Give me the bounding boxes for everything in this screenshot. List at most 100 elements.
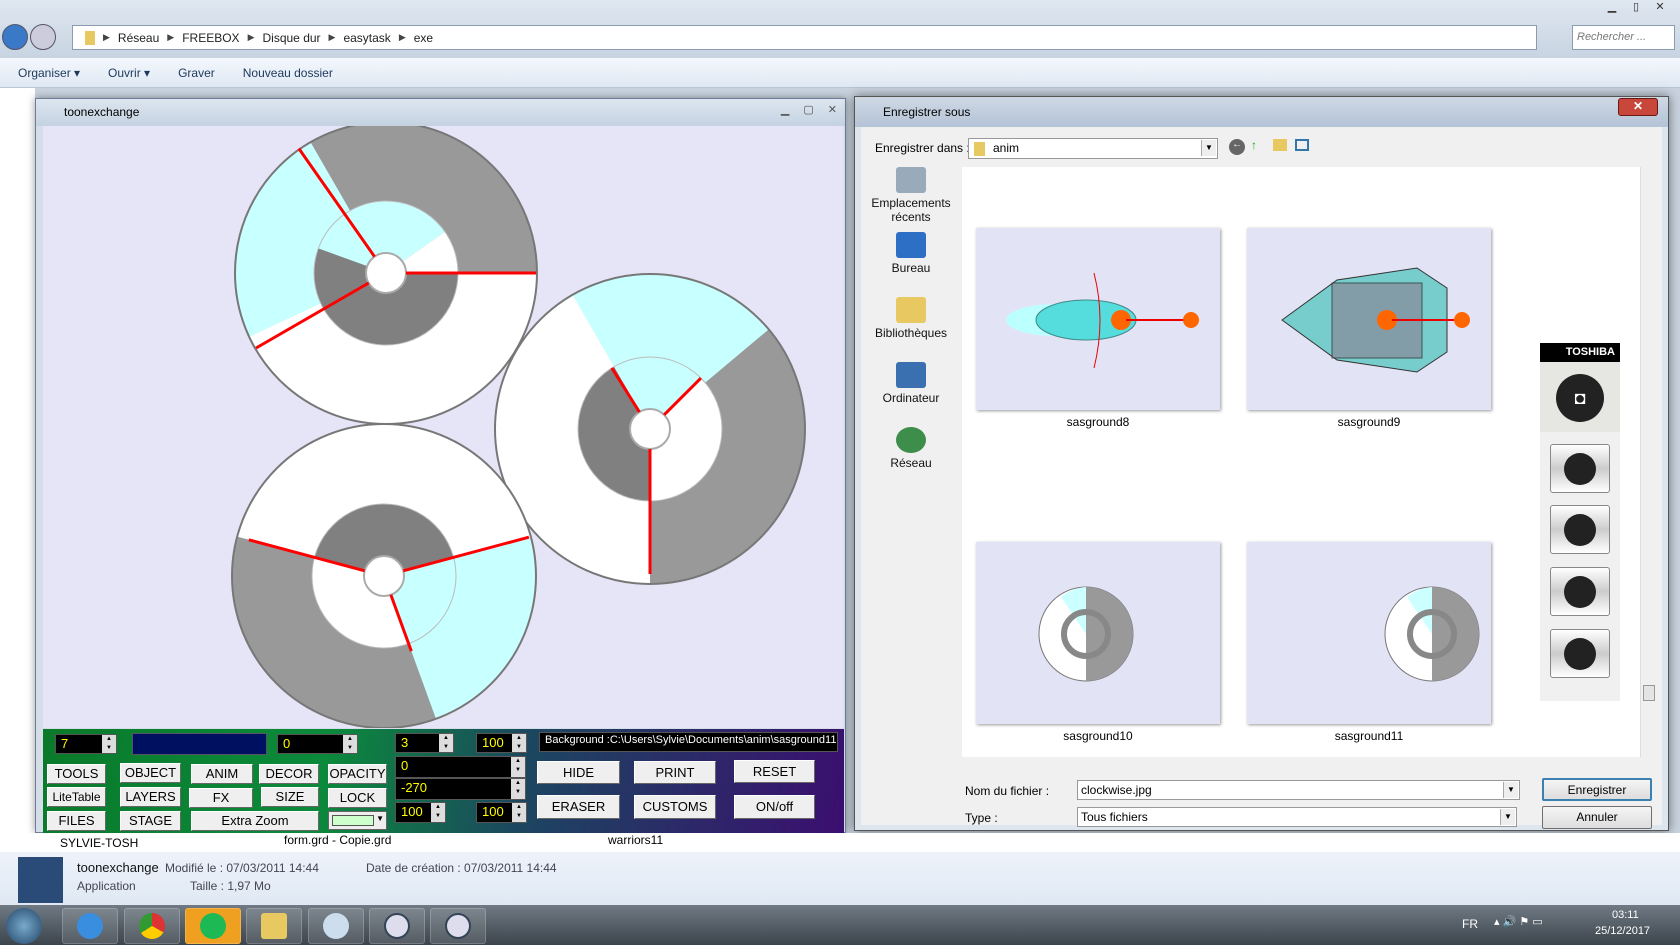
breadcrumb-item[interactable]: FREEBOX	[182, 31, 239, 45]
eraser-button[interactable]: ERASER	[537, 795, 620, 819]
close-button[interactable]: ✕	[828, 103, 837, 116]
webcam-paint-button[interactable]	[1550, 567, 1610, 616]
paint-taskbar-button[interactable]	[308, 908, 364, 944]
chevron-down-icon[interactable]: ▼	[1201, 140, 1216, 156]
breadcrumb-item[interactable]: Réseau	[118, 31, 159, 45]
toonexchange-taskbar-button-2[interactable]	[430, 908, 486, 944]
tray-icons[interactable]: ▴ 🔊 ⚑ ▭	[1494, 915, 1543, 928]
zoom-field[interactable]: 100 ▲ ▼	[476, 733, 527, 753]
layers-button[interactable]: LAYERS	[120, 787, 181, 807]
opacity-button[interactable]: OPACITY	[328, 764, 387, 784]
close-button[interactable]: ✕	[1618, 98, 1658, 116]
burn-button[interactable]: Graver	[178, 66, 215, 80]
spinner[interactable]: ▲ ▼	[439, 734, 453, 752]
scale-a-field[interactable]: 100 ▲ ▼	[395, 802, 446, 823]
file-name[interactable]: sasground10	[976, 729, 1220, 743]
lock-button[interactable]: LOCK	[328, 788, 387, 808]
spinner[interactable]: ▲ ▼	[512, 734, 526, 752]
webcam-panorama-button[interactable]	[1550, 505, 1610, 554]
print-button[interactable]: PRINT	[634, 761, 716, 784]
stage-canvas[interactable]	[43, 121, 844, 729]
back-icon[interactable]: ←	[1229, 139, 1245, 155]
new-folder-icon[interactable]	[1273, 139, 1287, 151]
save-in-select[interactable]: anim ▼	[968, 138, 1218, 159]
object-button[interactable]: OBJECT	[120, 763, 181, 783]
file-thumbnail[interactable]	[976, 228, 1220, 410]
forward-button[interactable]	[30, 24, 56, 50]
up-folder-icon[interactable]: ↑	[1251, 138, 1257, 152]
tools-button[interactable]: TOOLS	[47, 764, 106, 784]
close-button[interactable]: ✕	[1648, 0, 1672, 18]
camera-icon[interactable]: ◘	[1556, 374, 1604, 422]
breadcrumb-item[interactable]: Disque dur	[263, 31, 321, 45]
clock-date[interactable]: 25/12/2017	[1595, 925, 1650, 937]
spinner[interactable]: ▲ ▼	[511, 779, 525, 799]
color-picker[interactable]: ▼	[328, 811, 387, 830]
maximize-button[interactable]: ▯	[1624, 0, 1648, 18]
place-network[interactable]: Réseau	[863, 427, 959, 470]
onoff-button[interactable]: ON/off	[734, 795, 815, 819]
disc-drawing[interactable]	[43, 121, 844, 729]
file-name[interactable]: sasground8	[976, 415, 1220, 429]
spinner[interactable]: ▲ ▼	[102, 735, 116, 753]
minimize-button[interactable]: ▁	[1600, 0, 1624, 18]
rotation-x-field[interactable]: 0 ▲ ▼	[395, 756, 526, 778]
view-menu-icon[interactable]	[1295, 139, 1309, 151]
spinner[interactable]: ▲ ▼	[511, 757, 525, 777]
save-button[interactable]: Enregistrer	[1542, 778, 1652, 801]
place-recent[interactable]: Emplacements récents	[863, 167, 959, 224]
toonexchange-taskbar-button[interactable]	[369, 908, 425, 944]
navigation-pane[interactable]	[0, 88, 35, 833]
file-item[interactable]: form.grd - Copie.grd	[284, 833, 391, 847]
webcam-video-button[interactable]	[1550, 444, 1610, 493]
place-computer[interactable]: Ordinateur	[863, 362, 959, 405]
spinner[interactable]: ▲ ▼	[512, 803, 526, 822]
start-button[interactable]	[6, 908, 42, 944]
scrollbar[interactable]	[1640, 167, 1656, 757]
explorer-taskbar-button[interactable]	[246, 908, 302, 944]
decor-button[interactable]: DECOR	[259, 764, 319, 784]
litetable-button[interactable]: LiteTable	[47, 787, 106, 807]
search-input[interactable]: Rechercher ...	[1572, 25, 1675, 50]
place-desktop[interactable]: Bureau	[863, 232, 959, 275]
rotation-y-field[interactable]: -270 ▲ ▼	[395, 778, 526, 800]
filename-input[interactable]: clockwise.jpg ▼	[1077, 780, 1520, 800]
maximize-button[interactable]: ▢	[803, 103, 813, 116]
stage-button[interactable]: STAGE	[120, 811, 181, 831]
file-name[interactable]: sasground11	[1247, 729, 1491, 743]
breadcrumb-item[interactable]: exe	[414, 31, 433, 45]
size-button[interactable]: SIZE	[261, 787, 319, 807]
clock-time[interactable]: 03:11	[1612, 909, 1639, 921]
spinner[interactable]: ▲ ▼	[343, 735, 357, 753]
angle-field[interactable]: 0 ▲ ▼	[277, 734, 358, 754]
chrome-taskbar-button[interactable]	[124, 908, 180, 944]
organize-menu[interactable]: Organiser ▾	[18, 66, 80, 80]
file-thumbnail[interactable]	[1247, 542, 1491, 724]
minimize-button[interactable]: ▁	[781, 103, 789, 116]
computer-item[interactable]: SYLVIE-TOSH	[60, 836, 138, 850]
fx-button[interactable]: FX	[189, 788, 253, 808]
chevron-down-icon[interactable]: ▼	[1503, 782, 1518, 798]
color-display[interactable]	[132, 733, 267, 755]
anim-button[interactable]: ANIM	[191, 764, 253, 784]
file-thumbnail[interactable]	[1247, 228, 1491, 410]
spinner[interactable]: ▲ ▼	[431, 803, 445, 822]
frames-field[interactable]: 3 ▲ ▼	[395, 733, 454, 753]
open-menu[interactable]: Ouvrir ▾	[108, 66, 150, 80]
hide-button[interactable]: HIDE	[537, 761, 620, 784]
file-thumbnail[interactable]	[976, 542, 1220, 724]
spotify-taskbar-button[interactable]	[185, 908, 241, 944]
back-button[interactable]	[2, 24, 28, 50]
scale-b-field[interactable]: 100 ▲ ▼	[476, 802, 527, 823]
layer-field[interactable]: 7 ▲ ▼	[55, 734, 117, 754]
ie-taskbar-button[interactable]	[62, 908, 118, 944]
file-name[interactable]: sasground9	[1247, 415, 1491, 429]
extra-zoom-button[interactable]: Extra Zoom	[191, 811, 319, 831]
webcam-id-button[interactable]	[1550, 629, 1610, 678]
chevron-down-icon[interactable]: ▼	[1500, 809, 1515, 825]
customs-button[interactable]: CUSTOMS	[634, 795, 716, 819]
place-libraries[interactable]: Bibliothèques	[863, 297, 959, 340]
type-select[interactable]: Tous fichiers ▼	[1077, 807, 1517, 827]
language-indicator[interactable]: FR	[1462, 917, 1478, 931]
cancel-button[interactable]: Annuler	[1542, 806, 1652, 829]
